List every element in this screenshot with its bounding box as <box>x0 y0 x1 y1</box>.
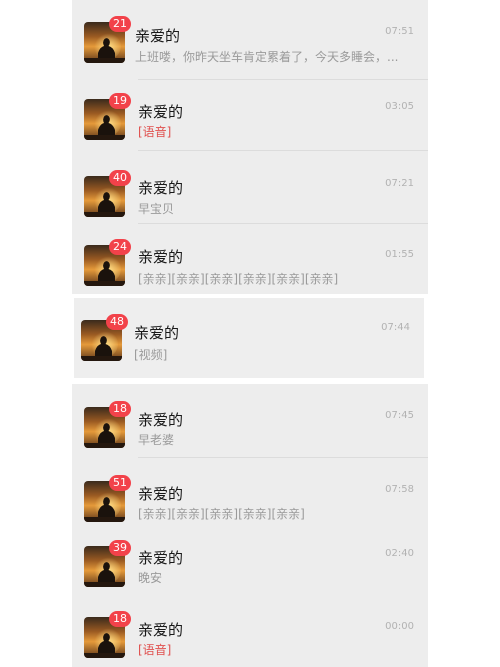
contact-name: 亲爱的 <box>138 103 184 121</box>
contact-name: 亲爱的 <box>134 324 180 342</box>
message-preview: [语音] <box>138 643 172 657</box>
message-preview: [视频] <box>134 348 168 362</box>
unread-badge: 40 <box>109 170 131 186</box>
message-preview: [语音] <box>138 125 172 139</box>
contact-name: 亲爱的 <box>138 248 184 266</box>
message-preview: 上班喽，你昨天坐车肯定累着了，今天多睡会，... <box>135 50 399 64</box>
row-separator <box>138 150 428 151</box>
message-time: 07:45 <box>385 410 414 421</box>
message-time: 03:05 <box>385 101 414 112</box>
unread-badge: 18 <box>109 401 131 417</box>
contact-name: 亲爱的 <box>138 485 184 503</box>
unread-badge: 51 <box>109 475 131 491</box>
unread-badge: 24 <box>109 239 131 255</box>
contact-name: 亲爱的 <box>138 621 184 639</box>
contact-name: 亲爱的 <box>135 27 181 45</box>
row-separator <box>138 79 428 80</box>
message-time: 07:51 <box>385 26 414 37</box>
chat-row[interactable]: 51 亲爱的 [亲亲][亲亲][亲亲][亲亲][亲亲] 07:58 <box>72 458 428 530</box>
chat-row[interactable]: 24 亲爱的 [亲亲][亲亲][亲亲][亲亲][亲亲][亲亲] 01:55 <box>72 224 428 294</box>
chat-list-segment-2: 48 亲爱的 [视频] 07:44 <box>74 298 424 378</box>
unread-badge: 48 <box>106 314 128 330</box>
contact-name: 亲爱的 <box>138 411 184 429</box>
message-preview: 晚安 <box>138 571 163 585</box>
unread-badge: 18 <box>109 611 131 627</box>
chat-row[interactable]: 18 亲爱的 早老婆 07:45 <box>72 390 428 462</box>
message-time: 00:00 <box>385 621 414 632</box>
screenshot-divider <box>74 379 422 383</box>
chat-row[interactable]: 21 亲爱的 上班喽，你昨天坐车肯定累着了，今天多睡会，... 07:51 <box>72 8 428 80</box>
chat-row[interactable]: 19 亲爱的 [语音] 03:05 <box>72 81 428 153</box>
chat-list-segment-1: 21 亲爱的 上班喽，你昨天坐车肯定累着了，今天多睡会，... 07:51 19… <box>72 0 428 294</box>
chat-list-segment-3: 18 亲爱的 早老婆 07:45 51 亲爱的 [亲亲][亲亲][亲亲][亲亲]… <box>72 384 428 667</box>
chat-row[interactable]: 48 亲爱的 [视频] 07:44 <box>74 302 424 374</box>
chat-row[interactable]: 18 亲爱的 [语音] 00:00 <box>72 598 428 667</box>
message-time: 07:58 <box>385 484 414 495</box>
message-preview: 早宝贝 <box>138 202 175 216</box>
unread-badge: 19 <box>109 93 131 109</box>
chat-row[interactable]: 40 亲爱的 早宝贝 07:21 <box>72 152 428 224</box>
chat-row[interactable]: 39 亲爱的 晚安 02:40 <box>72 526 428 598</box>
message-time: 02:40 <box>385 548 414 559</box>
message-preview: 早老婆 <box>138 433 175 447</box>
contact-name: 亲爱的 <box>138 549 184 567</box>
message-time: 01:55 <box>385 249 414 260</box>
unread-badge: 39 <box>109 540 131 556</box>
message-time: 07:21 <box>385 178 414 189</box>
message-preview: [亲亲][亲亲][亲亲][亲亲][亲亲][亲亲] <box>138 272 339 286</box>
contact-name: 亲爱的 <box>138 179 184 197</box>
message-preview: [亲亲][亲亲][亲亲][亲亲][亲亲] <box>138 507 305 521</box>
message-time: 07:44 <box>381 322 410 333</box>
unread-badge: 21 <box>109 16 131 32</box>
